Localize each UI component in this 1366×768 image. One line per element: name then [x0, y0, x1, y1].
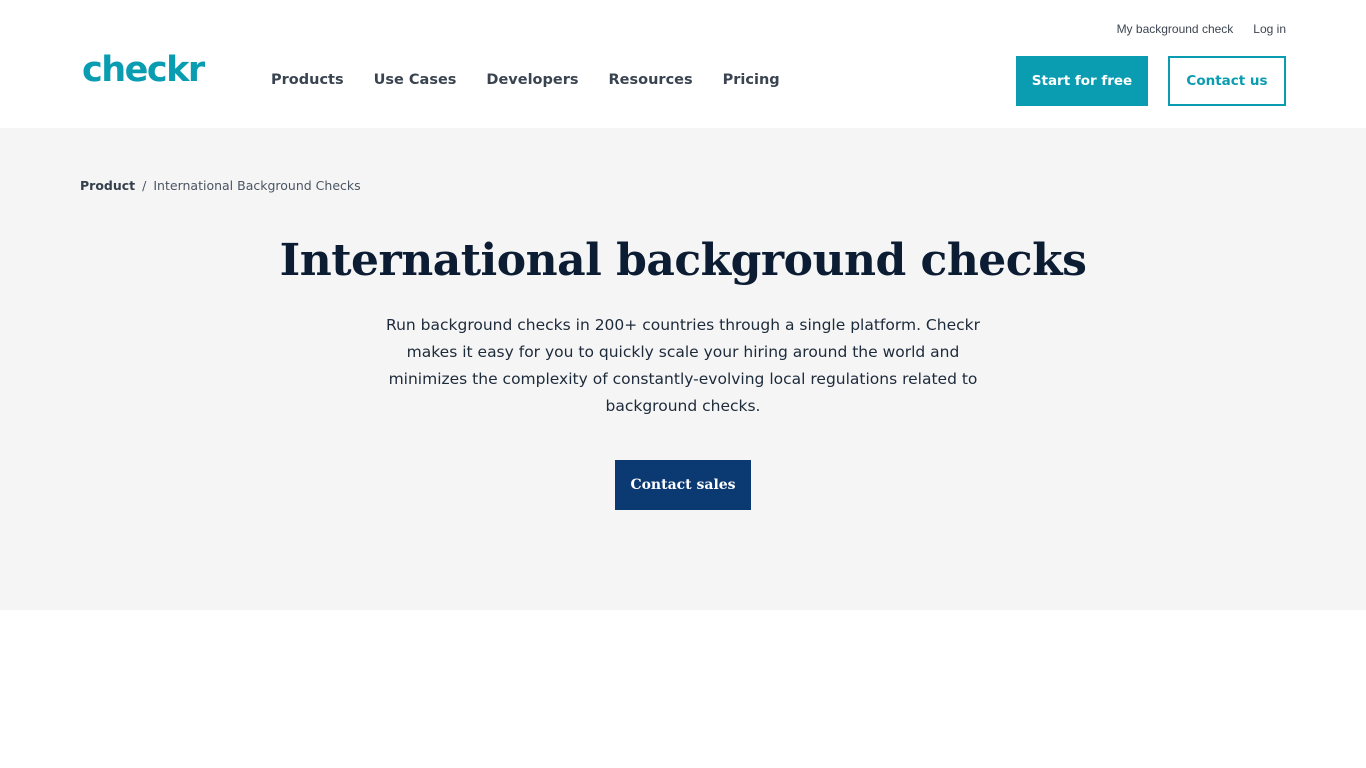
start-for-free-button[interactable]: Start for free [1016, 56, 1148, 106]
contact-us-button[interactable]: Contact us [1168, 56, 1286, 106]
breadcrumb-separator: / [142, 178, 147, 193]
page-title: International background checks [279, 235, 1087, 286]
hero-description: Run background checks in 200+ countries … [386, 316, 980, 415]
hero-section: Product / International Background Check… [0, 128, 1366, 610]
nav-developers[interactable]: Developers [486, 72, 578, 88]
breadcrumb-current: International Background Checks [153, 178, 361, 193]
breadcrumb-product-link[interactable]: Product [80, 178, 135, 193]
contact-sales-button[interactable]: Contact sales [615, 460, 751, 510]
nav-pricing[interactable]: Pricing [723, 72, 780, 88]
nav-use-cases[interactable]: Use Cases [374, 72, 457, 88]
utility-nav: My background check Log in [1117, 22, 1286, 36]
log-in-link[interactable]: Log in [1253, 22, 1286, 36]
my-background-check-link[interactable]: My background check [1117, 22, 1234, 36]
nav-resources[interactable]: Resources [609, 72, 693, 88]
nav-products[interactable]: Products [271, 72, 344, 88]
breadcrumb: Product / International Background Check… [80, 178, 361, 193]
site-header: checkr My background check Log in Produc… [0, 0, 1366, 128]
checkr-logo[interactable]: checkr [82, 50, 205, 90]
main-nav: Products Use Cases Developers Resources … [271, 72, 780, 88]
